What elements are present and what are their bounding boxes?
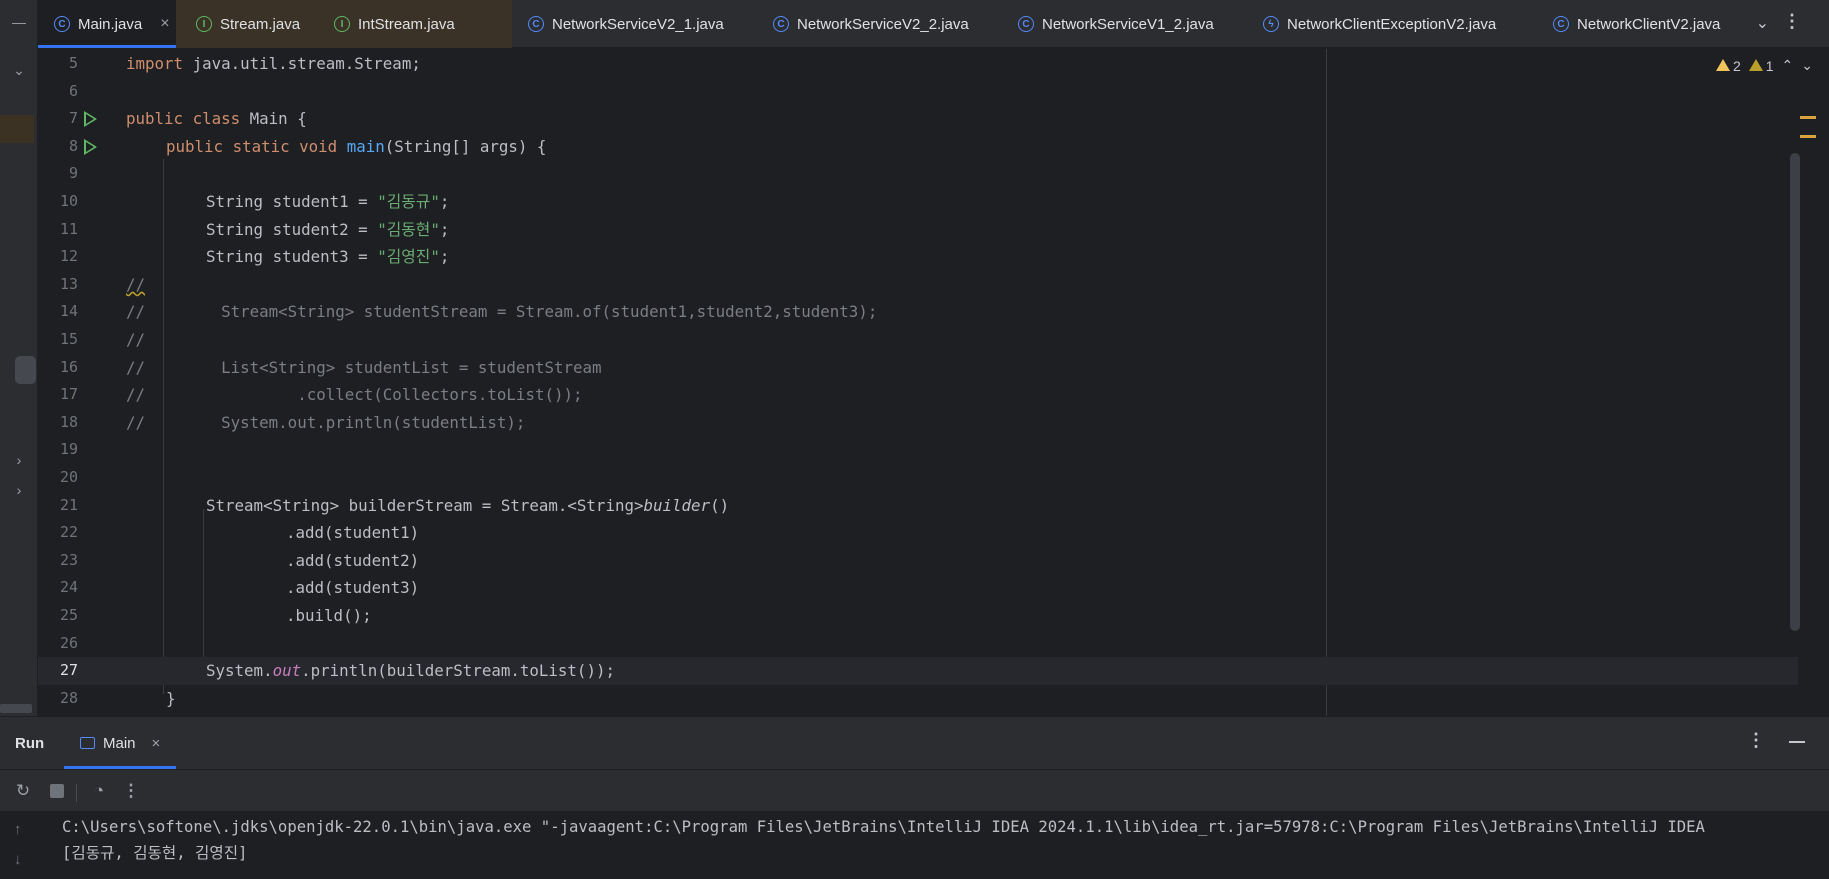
tab-label: Main.java [78, 15, 143, 33]
code-line: 28 } [59, 688, 176, 708]
tab-label: NetworkServiceV2_1.java [552, 15, 724, 33]
code-line: 9 [68, 164, 78, 183]
minus-icon[interactable]: — [0, 12, 38, 32]
code-line: 25 .build(); [59, 606, 372, 625]
tab-networkclientv2-java[interactable]: C NetworkClientV2.java [1553, 0, 1753, 48]
horizontal-scroll-handle[interactable] [0, 704, 32, 713]
code-line: 6 [68, 81, 78, 100]
warning-count[interactable]: 2 [1715, 58, 1741, 74]
code-line: 23 .add(student2) [59, 550, 420, 570]
close-icon[interactable]: × [160, 15, 169, 33]
selection-marker [0, 115, 34, 143]
class-icon: C [1018, 16, 1034, 32]
chevron-down-icon[interactable]: ⌄ [1801, 57, 1813, 74]
code-line: 7 public class Main { [68, 109, 307, 129]
code-line: 19 [59, 440, 78, 459]
code-line: 8 public static void main(String[] args)… [68, 136, 547, 156]
editor-scrollbar[interactable] [1790, 153, 1800, 631]
stop-icon [50, 784, 64, 798]
arrow-down-icon[interactable]: ↓ [14, 851, 22, 868]
inspection-widget[interactable]: 2 1 ⌃ ⌄ [1715, 57, 1813, 74]
code-editor[interactable]: 5 import java.util.stream.Stream; 6 7 pu… [38, 49, 1829, 716]
tab-label: Stream.java [220, 15, 301, 33]
code-line: 21 Stream<String> builderStream = Stream… [59, 495, 730, 515]
close-icon[interactable]: × [152, 735, 161, 752]
class-icon: C [773, 16, 789, 32]
chevron-up-icon[interactable]: ⌃ [1782, 57, 1794, 74]
run-tab-main[interactable]: Main × [64, 717, 176, 769]
tab-label: NetworkClientExceptionV2.java [1287, 15, 1497, 33]
arrow-up-icon[interactable]: ↑ [14, 821, 22, 838]
code-line: 22 .add(student1) [59, 523, 420, 543]
tab-networkclientexceptionv2-java[interactable]: ϟ NetworkClientExceptionV2.java [1263, 0, 1543, 48]
chevron-down-icon[interactable]: ⌄ [0, 60, 38, 80]
tab-networkservicev2-2-java[interactable]: C NetworkServiceV2_2.java [773, 0, 1013, 48]
code-line: 11 String student2 = "김동현"; [59, 219, 450, 239]
class-icon: C [1553, 16, 1569, 32]
chevron-down-icon[interactable]: ⌄ [1756, 13, 1769, 33]
code-line: 15 // [59, 330, 146, 349]
code-line: 10 String student1 = "김동규"; [59, 192, 450, 211]
kebab-menu-icon[interactable]: ⋮ [1783, 11, 1801, 32]
console-line: [김동규, 김동현, 김영진] [62, 844, 248, 862]
run-tool-window: Run Main × ⋮ ↻ ◔ ⋮ ↑ ↓ C:\Users\softone\… [0, 716, 1829, 879]
kebab-menu-icon[interactable]: ⋮ [1747, 730, 1765, 751]
code-line: 17 // .collect(Collectors.toList()); [59, 385, 583, 405]
weak-warning-count[interactable]: 1 [1748, 58, 1774, 74]
console-line: C:\Users\softone\.jdks\openjdk-22.0.1\bi… [62, 818, 1705, 836]
class-icon: C [528, 16, 544, 32]
rerun-icon[interactable]: ↻ [12, 780, 34, 802]
tab-label: NetworkClientV2.java [1577, 15, 1721, 33]
code-line: 24 .add(student3) [59, 578, 420, 598]
toolbar-separator [76, 784, 77, 802]
scroll-handle[interactable] [15, 356, 36, 384]
chevron-right-icon[interactable]: › [0, 450, 38, 470]
tab-label: NetworkServiceV2_2.java [797, 15, 969, 33]
minimize-icon[interactable] [1789, 741, 1805, 743]
console-output[interactable]: ↑ ↓ C:\Users\softone\.jdks\openjdk-22.0.… [0, 811, 1829, 879]
weak-warning-icon [1748, 58, 1763, 71]
run-gutter-icon[interactable] [84, 138, 97, 155]
current-code-line: 27 System.out.println(builderStream.toLi… [38, 657, 1798, 685]
run-toolbar: ↻ ◔ ⋮ [0, 769, 1829, 811]
run-header: Run Main × ⋮ [0, 717, 1829, 769]
chevron-right-icon[interactable]: › [0, 480, 38, 500]
code-line: 14 // Stream<String> studentStream = Str… [59, 302, 878, 322]
console-icon [80, 737, 95, 749]
warning-icon [1715, 58, 1730, 71]
class-icon: C [54, 16, 70, 32]
run-title: Run [15, 735, 45, 752]
kebab-menu-icon[interactable]: ⋮ [120, 780, 142, 802]
editor-tab-bar: C Main.java × I Stream.java I IntStream.… [38, 0, 1829, 48]
error-stripe-mark[interactable] [1800, 135, 1816, 138]
code-line: 13 // [59, 274, 146, 294]
tab-main-java[interactable]: C Main.java × [38, 0, 176, 48]
code-line: 18 // System.out.println(studentList); [59, 412, 526, 432]
tab-networkservicev1-2-java[interactable]: C NetworkServiceV1_2.java [1018, 0, 1258, 48]
code-line: 20 [59, 468, 78, 486]
stop-button[interactable] [46, 780, 68, 802]
interface-icon: I [334, 16, 350, 32]
tab-networkservicev2-1-java[interactable]: C NetworkServiceV2_1.java [528, 0, 768, 48]
left-tool-strip: — ⌄ › › [0, 0, 38, 716]
interface-icon: I [196, 16, 212, 32]
tab-label: IntStream.java [358, 15, 455, 33]
error-stripe-mark[interactable] [1800, 116, 1816, 119]
code-line: 12 String student3 = "김영진"; [59, 247, 450, 267]
exception-icon: ϟ [1263, 16, 1279, 32]
profiler-icon[interactable]: ◔ [88, 780, 110, 802]
tab-stream-java[interactable]: I Stream.java [176, 0, 316, 48]
tab-intstream-java[interactable]: I IntStream.java [316, 0, 512, 48]
run-gutter-icon[interactable] [84, 111, 97, 128]
run-tab-label: Main [103, 734, 136, 752]
code-line: 16 // List<String> studentList = student… [59, 357, 602, 377]
tab-label: NetworkServiceV1_2.java [1042, 15, 1214, 33]
code-line: 26 [59, 633, 78, 652]
code-line: 5 import java.util.stream.Stream; [68, 54, 421, 73]
